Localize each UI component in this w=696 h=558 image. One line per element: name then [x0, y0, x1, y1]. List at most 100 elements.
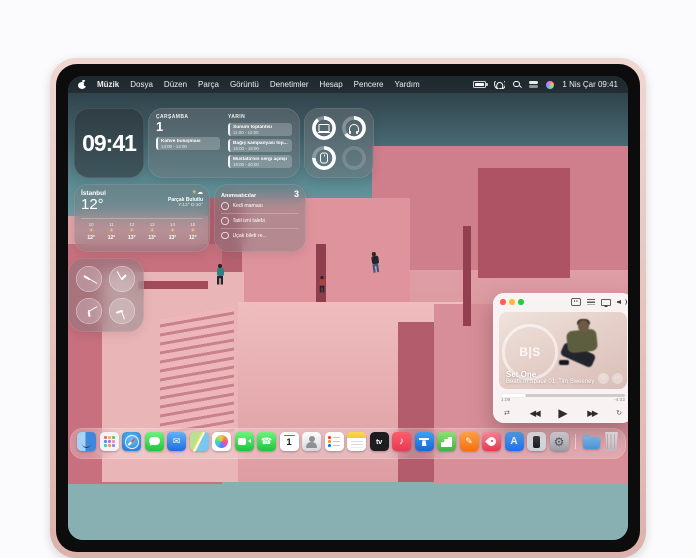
reminder-item[interactable]: Uçak bileti re... — [221, 229, 299, 243]
notes-dock-icon[interactable] — [347, 432, 366, 451]
lyrics-icon[interactable] — [571, 298, 581, 306]
next-button[interactable]: ▶▶ — [587, 409, 596, 418]
batteries-widget[interactable] — [304, 108, 374, 178]
reminder-item[interactable]: Tatil izni talebi — [221, 214, 299, 229]
reminder-item[interactable]: Kedi maması — [221, 199, 299, 214]
calendar-widget[interactable]: ÇARŞAMBA 1 Kahve buluşması 13:00 - 14:00… — [148, 108, 300, 178]
mouse-battery-ring — [312, 146, 336, 170]
maps-dock-icon[interactable] — [190, 432, 209, 451]
calendar-dock-icon[interactable]: 1 — [280, 432, 299, 451]
trash-dock-icon[interactable] — [604, 432, 619, 451]
keynote-dock-icon[interactable] — [415, 432, 434, 451]
checkbox-circle[interactable] — [221, 232, 229, 240]
analog-clock-face — [109, 266, 135, 292]
progress-bar[interactable] — [501, 394, 625, 397]
search-icon[interactable] — [513, 81, 521, 89]
favorite-star-button[interactable]: ☆ — [598, 373, 609, 384]
weather-temp: 12° — [81, 197, 106, 213]
menu-item-pencere[interactable]: Pencere — [354, 80, 384, 89]
checkbox-circle[interactable] — [221, 217, 229, 225]
zoom-button[interactable] — [518, 299, 524, 305]
music-player-window[interactable]: B|S Set One Beats In Space 01: Tim Sween… — [493, 293, 628, 423]
music-dock-icon[interactable]: ♪ — [392, 432, 411, 451]
weather-widget[interactable]: İstanbul 12° ☀☁ Parçalı Bulutlu Y:13° D:… — [74, 184, 210, 252]
downloads-dock-icon[interactable] — [582, 432, 601, 451]
menu-item-muzik[interactable]: Müzik — [97, 80, 119, 89]
control-center-icon[interactable] — [529, 81, 538, 89]
event-time: 11:00 - 12:00 — [233, 130, 289, 135]
window-controls — [500, 299, 524, 305]
calendar-day-number: 1 — [156, 120, 220, 135]
play-button[interactable]: ▶ — [558, 407, 567, 419]
event-time: 19:00 - 20:00 — [233, 162, 289, 167]
menu-item-goruntu[interactable]: Görüntü — [230, 80, 259, 89]
sun-icon: ☀ — [81, 227, 101, 235]
shuffle-button[interactable]: ⇄ — [504, 410, 510, 417]
pages-dock-icon[interactable]: ✎ — [460, 432, 479, 451]
menu-item-denetimler[interactable]: Denetimler — [270, 80, 309, 89]
album-art: B|S Set One Beats In Space 01: Tim Sween… — [499, 312, 627, 389]
iphone-mirroring-dock-icon[interactable] — [527, 432, 546, 451]
appstore-dock-icon[interactable]: A — [505, 432, 524, 451]
album-title: Beats In Space 01: Tim Sweeney — [506, 379, 597, 385]
tv-dock-icon[interactable]: tv — [370, 432, 389, 451]
headphones-battery-ring — [342, 116, 366, 140]
messages-dock-icon[interactable] — [145, 432, 164, 451]
track-title: Set One — [506, 370, 597, 379]
menu-bar-datetime[interactable]: 1 Nis Çar 09:41 — [562, 80, 618, 89]
photos-dock-icon[interactable] — [212, 432, 231, 451]
facetime-dock-icon[interactable] — [235, 432, 254, 451]
event-time: 15:00 - 16:00 — [233, 146, 289, 151]
reminders-dock-icon[interactable] — [325, 432, 344, 451]
calendar-event[interactable]: Bağış kampanyası top... 15:00 - 16:00 — [228, 139, 292, 152]
intelligence-icon[interactable] — [546, 81, 554, 89]
contacts-dock-icon[interactable] — [302, 432, 321, 451]
menu-bar: Müzik Dosya Düzen Parça Görüntü Denetiml… — [68, 76, 628, 93]
menu-item-dosya[interactable]: Dosya — [130, 80, 153, 89]
calendar-event[interactable]: Sunum toplantısı 11:00 - 12:00 — [228, 123, 292, 136]
more-options-button[interactable]: ··· — [612, 373, 623, 384]
checkbox-circle[interactable] — [221, 202, 229, 210]
apple-logo-icon[interactable] — [78, 80, 86, 89]
rocket-dock-icon[interactable] — [482, 432, 501, 451]
analog-clock-face — [109, 298, 135, 324]
screen: Müzik Dosya Düzen Parça Görüntü Denetiml… — [68, 76, 628, 540]
clock-widget[interactable]: 09:41 — [74, 108, 144, 178]
volume-icon[interactable] — [617, 299, 626, 306]
sun-icon: ☀ — [162, 227, 182, 235]
calendar-event[interactable]: Kahve buluşması 13:00 - 14:00 — [156, 137, 220, 150]
menu-item-yardim[interactable]: Yardım — [394, 80, 419, 89]
laptop-battery-ring — [312, 116, 336, 140]
repeat-button[interactable]: ↻ — [616, 410, 622, 417]
previous-button[interactable]: ◀◀ — [530, 409, 539, 418]
wifi-icon[interactable] — [494, 81, 505, 89]
wallpaper-person — [319, 276, 325, 292]
reminders-widget[interactable]: Anımsatıcılar 3 Kedi maması Tatil izni t… — [214, 184, 306, 252]
mouse-icon — [320, 152, 328, 163]
airplay-icon[interactable] — [601, 299, 611, 306]
dock: ✉ ☎1 tv♪ ✎ A ⚙ — [70, 428, 626, 459]
headphones-icon — [349, 124, 359, 132]
mail-dock-icon[interactable]: ✉ — [167, 432, 186, 451]
event-time: 13:00 - 14:00 — [161, 144, 217, 149]
ipad-device-frame: Müzik Dosya Düzen Parça Görüntü Denetiml… — [50, 58, 646, 558]
finder-dock-icon[interactable] — [77, 432, 96, 451]
world-clock-widget[interactable] — [68, 258, 144, 332]
sun-icon: ☀ — [122, 227, 142, 235]
calendar-event[interactable]: Mustafa'nın sergi açılışı 19:00 - 20:00 — [228, 155, 292, 168]
settings-dock-icon[interactable]: ⚙ — [550, 432, 569, 451]
menu-item-hesap[interactable]: Hesap — [320, 80, 343, 89]
phone-dock-icon[interactable]: ☎ — [257, 432, 276, 451]
laptop-icon — [319, 124, 330, 132]
numbers-dock-icon[interactable] — [437, 432, 456, 451]
safari-dock-icon[interactable] — [122, 432, 141, 451]
sun-icon: ☀ — [101, 227, 121, 235]
close-button[interactable] — [500, 299, 506, 305]
apps-dock-icon[interactable] — [100, 432, 119, 451]
queue-icon[interactable] — [587, 299, 595, 306]
battery-icon[interactable] — [473, 81, 486, 89]
minimize-button[interactable] — [509, 299, 515, 305]
menu-item-duzen[interactable]: Düzen — [164, 80, 187, 89]
menu-item-parca[interactable]: Parça — [198, 80, 219, 89]
reminder-title: Uçak bileti re... — [233, 233, 267, 239]
